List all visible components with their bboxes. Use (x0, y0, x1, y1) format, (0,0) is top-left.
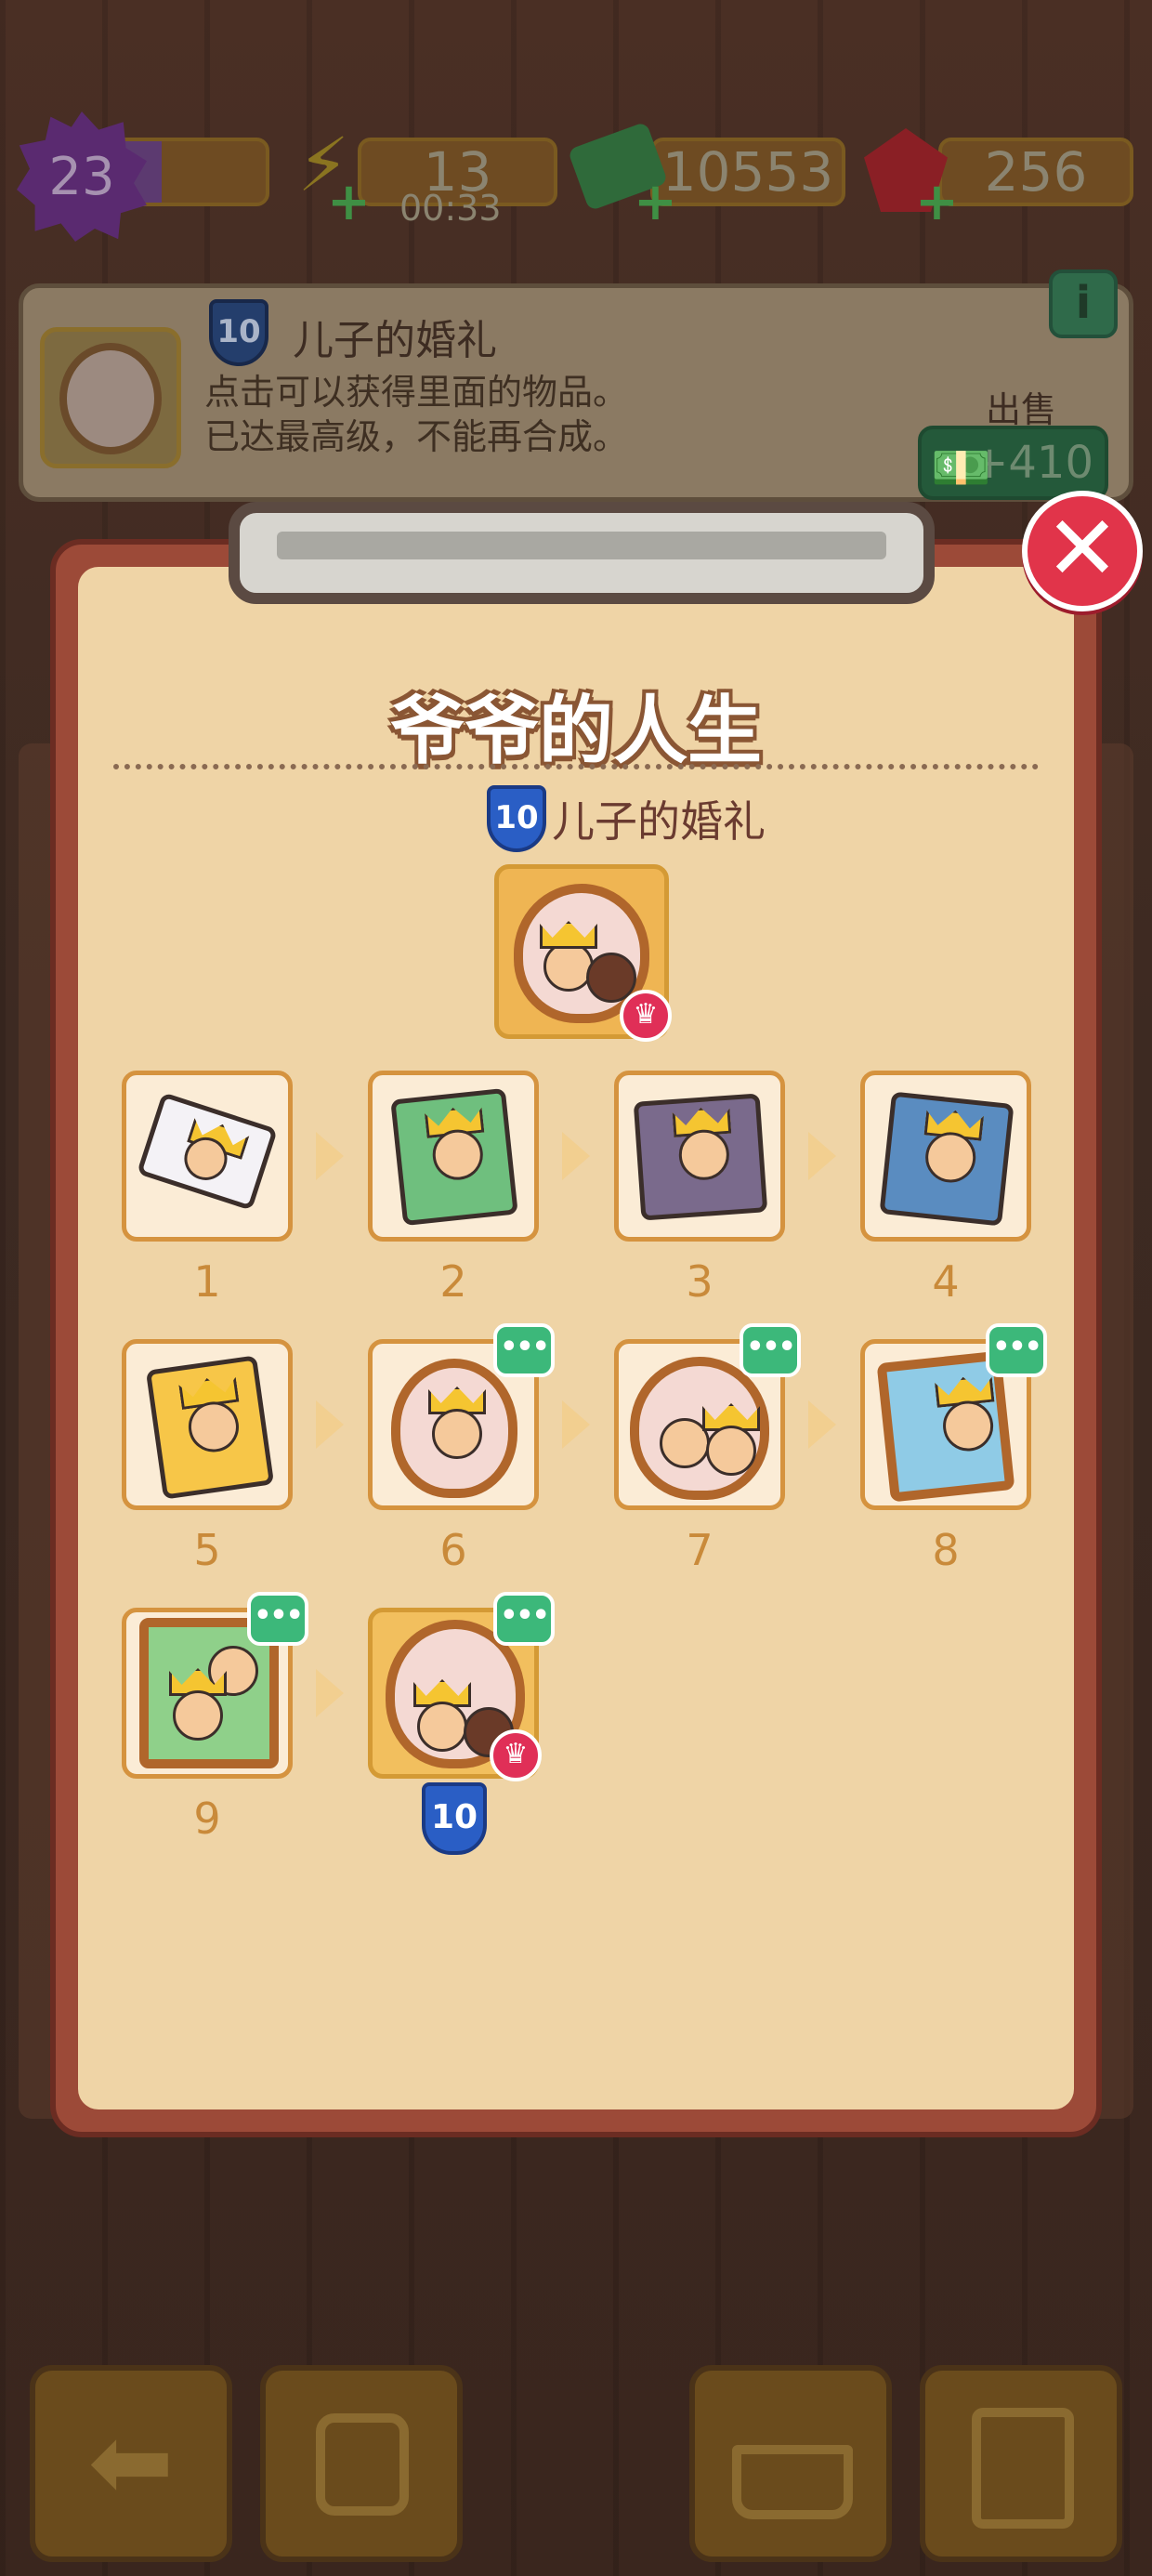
chain-item-10[interactable]: ••• ♛ (368, 1592, 555, 1781)
chain-item-6-label: 6 (439, 1525, 467, 1575)
chain-item-5-label: 5 (193, 1525, 221, 1575)
chain-item-8-label: 8 (932, 1525, 960, 1575)
level-10-shield-icon: 10 (422, 1782, 487, 1855)
chain-item-1[interactable] (122, 1071, 293, 1242)
friend-face-2 (173, 1690, 223, 1741)
selected-item-description: 点击可以获得里面的物品。 已达最高级，不能再合成。 (204, 370, 628, 459)
child-photo-icon (633, 1093, 768, 1221)
clipboard-clip (229, 502, 935, 604)
chat-bubble-icon: ••• (986, 1323, 1047, 1377)
baby-photo-icon (136, 1092, 279, 1211)
chain-item-10-label: 10 (422, 1782, 487, 1855)
chain-arrow-icon (316, 1400, 344, 1449)
back-button[interactable]: ⬅ (30, 2365, 232, 2562)
back-arrow-icon: ⬅ (87, 2402, 175, 2521)
chat-bubble-icon: ••• (493, 1592, 555, 1646)
cash-plus-icon[interactable]: + (634, 177, 677, 229)
chain-item-7[interactable]: ••• (614, 1323, 801, 1510)
chain-item-9[interactable]: ••• (122, 1592, 308, 1779)
energy-timer: 00:33 (399, 188, 502, 229)
info-icon: i (1075, 277, 1092, 329)
description-line-2: 已达最高级，不能再合成。 (204, 416, 629, 457)
max-level-crown-icon: ♛ (620, 990, 672, 1042)
description-line-1: 点击可以获得里面的物品。 (204, 372, 629, 413)
chat-bubble-icon: ••• (740, 1323, 801, 1377)
chain-arrow-icon (808, 1132, 836, 1180)
basket-button[interactable] (689, 2365, 892, 2562)
featured-item-heading: 10 儿子的婚礼 (487, 785, 766, 852)
selected-item-card: 10 儿子的婚礼 点击可以获得里面的物品。 已达最高级，不能再合成。 i 出售 … (19, 269, 1133, 502)
cash-icon: 💵 (931, 440, 991, 496)
chain-item-1-label: 1 (193, 1256, 221, 1307)
chain-arrow-icon (562, 1132, 590, 1180)
level-shield-icon: 10 (487, 785, 546, 852)
groom-face (543, 941, 594, 992)
chain-item-7-label: 7 (686, 1525, 713, 1575)
chain-item-2[interactable] (368, 1071, 539, 1242)
chain-arrow-icon (316, 1132, 344, 1180)
featured-item-name: 儿子的婚礼 (552, 796, 766, 847)
chat-bubble-icon: ••• (247, 1592, 308, 1646)
chain-arrow-icon (562, 1400, 590, 1449)
couple-frame-icon (630, 1357, 769, 1500)
selected-item-thumbnail (40, 327, 181, 468)
graduate-face (432, 1409, 482, 1459)
backpack-button[interactable] (260, 2365, 463, 2562)
sell-label: 出售 (985, 389, 1056, 430)
couple-face-left (660, 1418, 710, 1468)
clipboard-star-icon (972, 2408, 1074, 2529)
selected-item-name: 儿子的婚礼 (293, 317, 497, 364)
backpack-icon (316, 2413, 409, 2516)
gem-count: 256 (984, 140, 1088, 204)
chat-bubble-icon: ••• (493, 1323, 555, 1377)
sell-button[interactable]: 💵 +410 (918, 426, 1108, 500)
max-level-crown-icon: ♛ (490, 1729, 542, 1781)
chain-item-4[interactable] (860, 1071, 1031, 1242)
chain-item-5[interactable] (122, 1339, 293, 1510)
couple-face-right (706, 1426, 756, 1476)
merge-chain-dialog: 爷爷的人生 10 儿子的婚礼 ♛ (50, 502, 1102, 2137)
gem-pill[interactable]: 256 (938, 138, 1133, 206)
chain-item-9-label: 9 (193, 1794, 221, 1844)
player-level-badge[interactable]: 23 (17, 112, 147, 242)
dialog-body: 爷爷的人生 10 儿子的婚礼 ♛ (78, 567, 1074, 2109)
chain-item-2-label: 2 (439, 1256, 467, 1307)
athlete-face (940, 1398, 996, 1454)
student-photo-icon (145, 1355, 275, 1500)
chain-arrow-icon (316, 1669, 344, 1717)
photo-frame-icon (59, 343, 162, 454)
featured-item-tile[interactable]: ♛ (494, 864, 672, 1042)
energy-plus-icon[interactable]: + (327, 177, 371, 229)
gem-plus-icon[interactable]: + (915, 177, 959, 229)
resource-bar: 23 13 00:33 ⚡ + 10553 + 256 + (0, 112, 1152, 242)
chain-item-6[interactable]: ••• (368, 1323, 555, 1510)
groom-crown (540, 921, 597, 949)
close-icon: ✕ (1044, 496, 1120, 600)
dialog-title: 爷爷的人生 (390, 688, 762, 774)
chain-item-3-label: 3 (686, 1256, 713, 1307)
player-level: 23 (48, 146, 115, 207)
chain-item-8[interactable]: ••• (860, 1323, 1047, 1510)
chain-item-4-label: 4 (932, 1256, 960, 1307)
cash-count: 10553 (661, 140, 834, 204)
selected-item-level-shield: 10 (209, 299, 268, 366)
toddler-photo-icon (390, 1087, 518, 1227)
graduate-frame-icon (391, 1359, 517, 1498)
close-button[interactable]: ✕ (1022, 491, 1143, 611)
basket-icon (732, 2445, 853, 2519)
tasks-button[interactable] (920, 2365, 1122, 2562)
chain-item-3[interactable] (614, 1071, 785, 1242)
title-divider (113, 764, 1039, 769)
chain-arrow-icon (808, 1400, 836, 1449)
cash-pill[interactable]: 10553 (650, 138, 845, 206)
boy-photo-icon (879, 1091, 1015, 1227)
info-button[interactable]: i (1049, 269, 1118, 338)
groom-face (417, 1702, 467, 1752)
